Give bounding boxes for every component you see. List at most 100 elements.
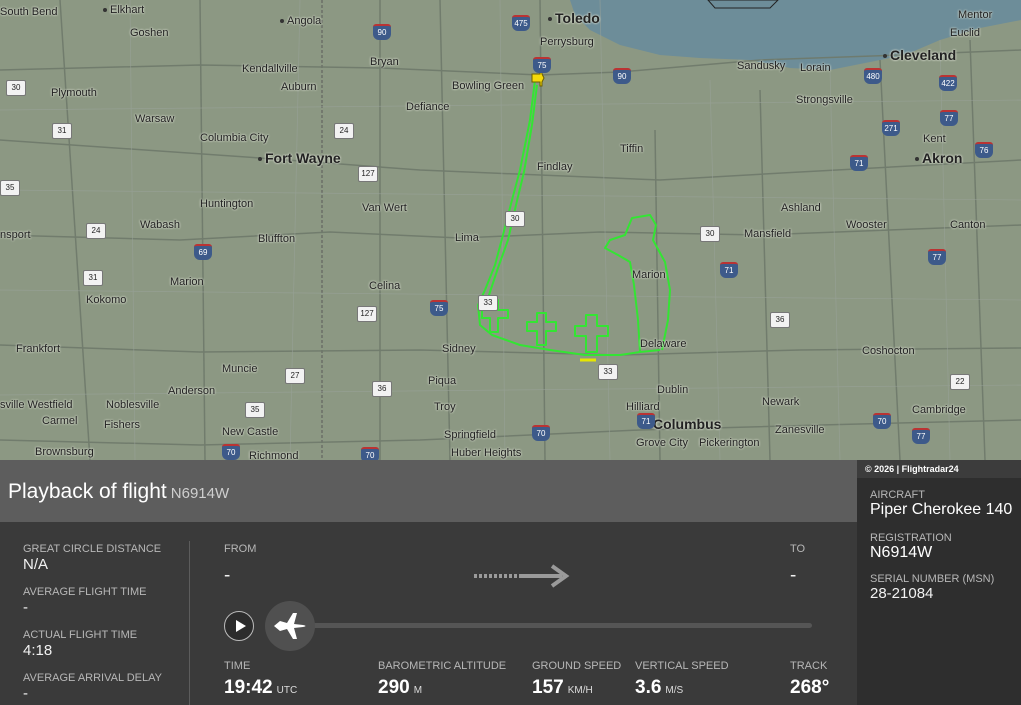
- city-label: Columbia City: [200, 132, 269, 144]
- from-label: FROM: [224, 543, 257, 555]
- city-label: Bryan: [370, 56, 399, 68]
- city-label: New Castle: [222, 426, 279, 438]
- route-shield: 127: [358, 166, 378, 182]
- playback-scrubber-handle[interactable]: [265, 601, 315, 651]
- city-label: Warsaw: [135, 113, 175, 125]
- avg-flight-time-label: AVERAGE FLIGHT TIME: [23, 586, 147, 598]
- city-label: Lorain: [800, 62, 831, 74]
- city-label: nsport: [0, 229, 31, 241]
- route-shield: 31: [52, 123, 72, 139]
- to-label: TO: [790, 543, 806, 555]
- city-label: Anderson: [168, 385, 216, 397]
- avg-flight-time-value: -: [23, 599, 28, 616]
- route-shield: 475: [512, 15, 530, 31]
- city-label: Cleveland: [883, 47, 956, 63]
- route-shield: 35: [245, 402, 265, 418]
- city-label: Pickerington: [699, 437, 760, 449]
- city-label: Huber Heights: [451, 447, 522, 459]
- city-label: Angola: [280, 15, 321, 27]
- city-label: Brownsburg: [35, 446, 94, 458]
- city-label: Plymouth: [51, 87, 97, 99]
- city-label: Toledo: [548, 10, 600, 26]
- city-label: Wabash: [140, 219, 180, 231]
- route-shield: 77: [928, 249, 946, 265]
- route-shield: 76: [975, 142, 993, 158]
- ground-speed-label: GROUND SPEED: [532, 660, 622, 672]
- baro-altitude-readout: 290 M: [378, 677, 423, 698]
- from-value: -: [224, 565, 231, 586]
- track-readout: 268°: [790, 677, 830, 698]
- city-label: Newark: [762, 396, 800, 408]
- route-shield: 77: [940, 110, 958, 126]
- city-label: Marion: [170, 276, 204, 288]
- time-label: TIME: [224, 660, 251, 672]
- route-shield: 69: [194, 244, 212, 260]
- route-shield: 24: [86, 223, 106, 239]
- flight-header: Playback of flight N6914W: [0, 460, 857, 522]
- city-label: Lima: [455, 232, 479, 244]
- city-label: Sandusky: [737, 60, 786, 72]
- flight-title: Playback of flight: [8, 480, 167, 503]
- plane-icon: [274, 613, 306, 639]
- city-label: Carmel: [42, 415, 78, 427]
- city-label: Akron: [915, 150, 962, 166]
- city-label: Richmond: [249, 450, 299, 460]
- time-readout: 19:42 UTC: [224, 677, 298, 698]
- city-label: Bowling Green: [452, 80, 525, 92]
- route-shield: 70: [222, 444, 240, 460]
- city-label: Fishers: [104, 419, 141, 431]
- route-shield: 33: [598, 364, 618, 380]
- route-shield: 70: [361, 447, 379, 460]
- flight-stats-panel: GREAT CIRCLE DISTANCE N/A AVERAGE FLIGHT…: [0, 522, 190, 705]
- city-label: Strongsville: [796, 94, 853, 106]
- registration-label: REGISTRATION: [870, 532, 952, 544]
- city-label: Kent: [923, 133, 946, 145]
- ground-speed-readout: 157 KM/H: [532, 677, 593, 698]
- to-value: -: [790, 565, 797, 586]
- city-label: Euclid: [950, 27, 980, 39]
- city-label: Van Wert: [362, 202, 407, 214]
- city-label: Tiffin: [620, 143, 644, 155]
- city-label: Elkhart: [103, 4, 144, 16]
- avg-arrival-delay-value: -: [23, 685, 28, 702]
- route-shield: 75: [533, 57, 551, 73]
- city-label: Dublin: [657, 384, 689, 396]
- city-label: Springfield: [444, 429, 496, 441]
- city-label: Kendallville: [242, 63, 298, 75]
- route-arrow-icon: [474, 564, 570, 588]
- city-label: Bluffton: [258, 233, 296, 245]
- route-shield: 71: [850, 155, 868, 171]
- flight-map[interactable]: Toledo Cleveland Fort Wayne Akron Columb…: [0, 0, 1021, 460]
- serial-number-value: 28-21084: [870, 585, 934, 602]
- route-shield: 75: [430, 300, 448, 316]
- city-label: Marion: [632, 269, 666, 281]
- route-shield: 35: [0, 180, 20, 196]
- city-label: Muncie: [222, 363, 258, 375]
- playback-timeline-slider[interactable]: [300, 623, 812, 628]
- serial-number-label: SERIAL NUMBER (MSN): [870, 573, 995, 585]
- city-label: Cambridge: [912, 404, 966, 416]
- city-label: Delaware: [640, 338, 687, 350]
- vertical-speed-label: VERTICAL SPEED: [635, 660, 729, 672]
- city-label: Ashland: [781, 202, 821, 214]
- city-label: Piqua: [428, 375, 457, 387]
- city-label: sville Westfield: [0, 399, 73, 411]
- city-label: Huntington: [200, 198, 254, 210]
- city-label: Canton: [950, 219, 986, 231]
- map-copyright: © 2026 | Flightradar24: [857, 460, 1021, 478]
- city-label: Findlay: [537, 161, 573, 173]
- route-shield: 36: [372, 381, 392, 397]
- route-shield: 90: [613, 68, 631, 84]
- city-label: Frankfort: [16, 343, 61, 355]
- city-label: Sidney: [442, 343, 476, 355]
- play-button[interactable]: [224, 611, 254, 641]
- track-label: TRACK: [790, 660, 828, 672]
- aircraft-info-panel: AIRCRAFT Piper Cherokee 140 REGISTRATION…: [857, 478, 1021, 705]
- city-label: Mentor: [958, 9, 993, 21]
- city-label: Celina: [369, 280, 401, 292]
- avg-arrival-delay-label: AVERAGE ARRIVAL DELAY: [23, 672, 162, 684]
- vertical-speed-readout: 3.6 M/S: [635, 677, 684, 698]
- great-circle-label: GREAT CIRCLE DISTANCE: [23, 543, 162, 555]
- route-shield: 30: [505, 211, 525, 227]
- route-shield: 70: [873, 413, 891, 429]
